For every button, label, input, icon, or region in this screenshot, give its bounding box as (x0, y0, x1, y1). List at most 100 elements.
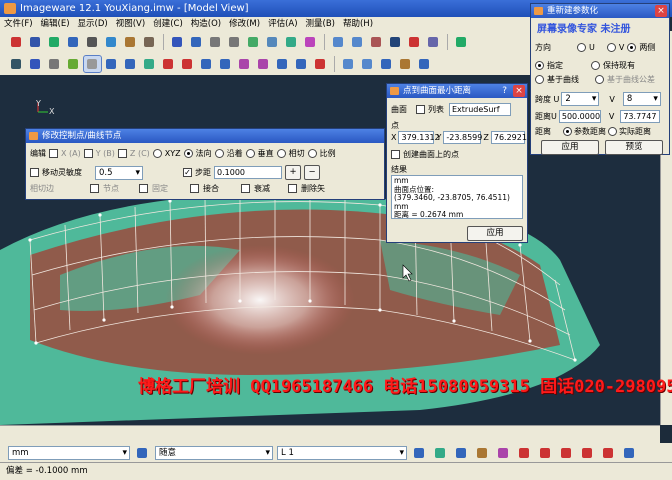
tool-cloud-icon[interactable] (46, 34, 63, 50)
axis-z-checkbox[interactable] (117, 149, 127, 158)
based-curve-radio[interactable] (535, 75, 544, 84)
tool-edit-icon[interactable] (65, 56, 82, 72)
tool-shade-icon[interactable] (46, 56, 63, 72)
dir-tangent-radio[interactable] (276, 149, 286, 158)
step-plus-button[interactable]: + (285, 165, 301, 180)
axis-x-checkbox[interactable] (49, 149, 58, 158)
tool-scatter-icon[interactable] (27, 34, 44, 50)
filter-icon[interactable] (432, 445, 449, 461)
dir-v-radio[interactable] (606, 43, 616, 52)
tool-point-icon[interactable] (8, 34, 25, 50)
result-textarea[interactable]: mm 曲面点位置: (379.3460, -23.8705, 76.4511) … (391, 175, 523, 219)
dir-normal-radio[interactable] (183, 149, 193, 158)
tool-match-icon[interactable] (236, 56, 253, 72)
dist-v-input[interactable]: 73.7747 (620, 110, 661, 123)
keep-existing-radio[interactable] (591, 61, 600, 70)
x-input[interactable]: 379.1312 (398, 131, 440, 144)
tool-mirror-icon[interactable] (378, 56, 395, 72)
menu-modify[interactable]: 修改(M) (229, 17, 260, 31)
node-checkbox[interactable] (90, 184, 99, 193)
tool-split-icon[interactable] (274, 56, 291, 72)
pick-icon[interactable] (453, 445, 470, 461)
axis-y-checkbox[interactable] (83, 149, 93, 158)
tool-plane-icon[interactable] (169, 34, 186, 50)
tool-cube-icon[interactable] (65, 34, 82, 50)
tool-arc-icon[interactable] (141, 56, 158, 72)
menu-measure[interactable]: 测量(B) (306, 17, 335, 31)
surface-pick-icon[interactable] (516, 445, 533, 461)
tool-measure-icon[interactable] (397, 56, 414, 72)
dir-u-radio[interactable] (577, 43, 586, 52)
close-icon[interactable]: × (655, 5, 667, 17)
layer-icon[interactable] (134, 445, 151, 461)
tool-extend-icon[interactable] (217, 56, 234, 72)
move-sensitivity-select[interactable]: 0.5 (95, 165, 143, 180)
step-checkbox[interactable] (183, 168, 192, 177)
step-minus-button[interactable]: − (304, 165, 320, 180)
nopick-icon[interactable] (600, 445, 617, 461)
list-checkbox[interactable] (416, 105, 425, 114)
tool-rotate-icon[interactable] (387, 34, 404, 50)
dist-u-input[interactable]: 500.0000 (558, 110, 601, 123)
tool-patch-icon[interactable] (141, 34, 158, 50)
apply-button[interactable]: 应用 (467, 226, 523, 241)
delete-vector-checkbox[interactable] (288, 184, 297, 193)
menu-edit[interactable]: 编辑(E) (41, 17, 70, 31)
decay-checkbox[interactable] (241, 184, 250, 193)
curve-pick-icon[interactable] (495, 445, 512, 461)
snap-icon[interactable] (411, 445, 428, 461)
menu-create[interactable]: 创建(C) (153, 17, 183, 31)
tool-sheet-icon[interactable] (188, 34, 205, 50)
surface-input[interactable]: ExtrudeSurf (449, 103, 511, 116)
help-icon[interactable]: ? (502, 84, 507, 98)
tool-align-icon[interactable] (8, 56, 25, 72)
mesh-pick-icon[interactable] (558, 445, 575, 461)
tool-color-icon[interactable] (453, 34, 470, 50)
tool-join-icon[interactable] (255, 56, 272, 72)
tool-surface-icon[interactable] (122, 34, 139, 50)
tool-project-icon[interactable] (198, 56, 215, 72)
menu-file[interactable]: 文件(F) (4, 17, 33, 31)
tool-loft-icon[interactable] (226, 34, 243, 50)
move-sensitivity-checkbox[interactable] (30, 168, 39, 177)
tool-spline-icon[interactable] (122, 56, 139, 72)
dir-along-radio[interactable] (214, 149, 224, 158)
menu-construct[interactable]: 构造(O) (191, 17, 221, 31)
tool-offset-icon[interactable] (349, 34, 366, 50)
param-dist-radio[interactable] (563, 127, 572, 136)
viewport-horizontal-scrollbar[interactable] (0, 425, 660, 443)
tool-curve-icon[interactable] (103, 56, 120, 72)
tool-section-icon[interactable] (425, 34, 442, 50)
close-icon[interactable]: × (513, 85, 525, 97)
tool-trim-icon[interactable] (302, 34, 319, 50)
tool-diagnose-icon[interactable] (406, 34, 423, 50)
specify-radio[interactable] (535, 61, 544, 70)
tool-select-icon[interactable] (83, 55, 102, 73)
dir-perp-radio[interactable] (245, 149, 255, 158)
fixed-checkbox[interactable] (139, 184, 148, 193)
span-u-select[interactable]: 2 (561, 92, 600, 106)
actual-dist-radio[interactable] (608, 127, 617, 136)
tool-cylinder-icon[interactable] (207, 34, 224, 50)
line-select[interactable]: L 1 (277, 445, 407, 460)
tool-intersect-icon[interactable] (160, 56, 177, 72)
tool-blend-icon[interactable] (264, 34, 281, 50)
point-pick-icon[interactable] (474, 445, 491, 461)
create-point-checkbox[interactable] (391, 150, 400, 159)
y-input[interactable]: -23.8599 (443, 131, 482, 144)
menu-evaluate[interactable]: 评估(A) (268, 17, 297, 31)
dir-scale-radio[interactable] (307, 149, 317, 158)
menu-help[interactable]: 帮助(H) (343, 17, 373, 31)
menu-display[interactable]: 显示(D) (78, 17, 108, 31)
span-v-select[interactable]: 8 (622, 92, 661, 106)
tool-fit-icon[interactable] (330, 34, 347, 50)
cloud-pick-icon[interactable] (537, 445, 554, 461)
step-input[interactable]: 0.1000 (214, 166, 282, 179)
based-curve-tol-radio[interactable] (595, 75, 604, 84)
join-checkbox[interactable] (190, 184, 199, 193)
unit-select[interactable]: mm (8, 445, 130, 460)
dir-both-radio[interactable] (627, 43, 637, 52)
mode-select[interactable]: 随意 (155, 445, 273, 460)
tool-layer-icon[interactable] (27, 56, 44, 72)
tool-sweep-icon[interactable] (245, 34, 262, 50)
